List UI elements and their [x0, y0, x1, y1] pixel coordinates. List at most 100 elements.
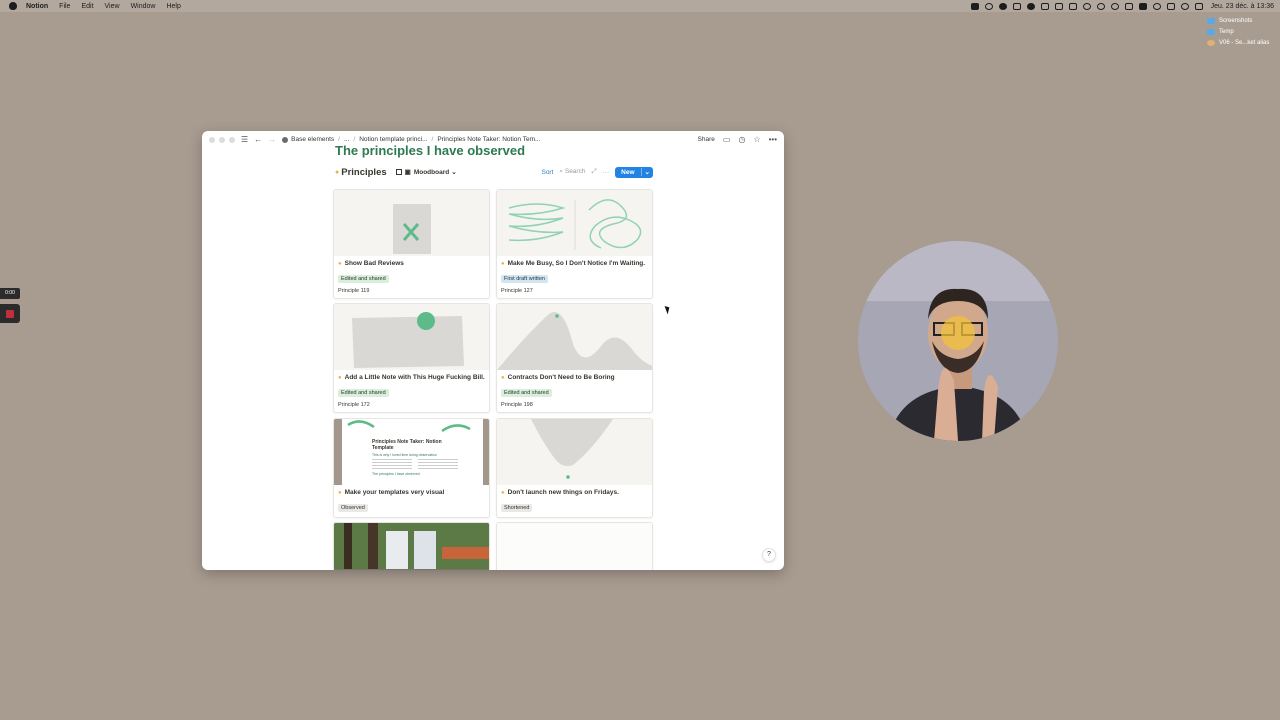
close-window-button[interactable]	[209, 136, 215, 143]
cloud-icon[interactable]	[1026, 2, 1035, 10]
film-icon: ▣	[404, 169, 411, 176]
menu-app-notion[interactable]: Notion	[26, 3, 48, 10]
gallery-card[interactable]: ● Show Bad Reviews Edited and shared Pri…	[333, 189, 490, 299]
app-status-icon[interactable]	[998, 2, 1007, 10]
chevron-down-icon[interactable]: ⌄	[640, 168, 653, 176]
gallery-card[interactable]: ● Add a Little Note with This Huge Fucki…	[333, 303, 490, 413]
bluetooth-icon[interactable]	[1166, 2, 1175, 10]
gallery-card[interactable]: ● Contracts Don't Need to Be Boring Edit…	[496, 303, 653, 413]
play-icon[interactable]	[1152, 2, 1161, 10]
apple-icon[interactable]	[9, 2, 17, 10]
battery-icon[interactable]	[970, 2, 979, 10]
database-toolbar: Sort ⌕ Search ⤢ ··· New ⌄	[541, 165, 653, 179]
edit-icon[interactable]	[1040, 2, 1049, 10]
history-icon[interactable]: ◷	[738, 135, 745, 144]
menu-file[interactable]: File	[59, 3, 70, 10]
share-button[interactable]: Share	[698, 136, 715, 143]
breadcrumb-item-template[interactable]: Notion template princi...	[359, 136, 427, 143]
funnel-illustration	[531, 419, 613, 479]
database-header: ● Principles ▣ Moodboard ⌄ Sort ⌕ Search…	[335, 165, 653, 179]
card-title-text: Add a Little Note with This Huge Fucking…	[344, 374, 485, 381]
breadcrumb-item-current[interactable]: Principles Note Taker: Notion Tem...	[437, 136, 540, 143]
desktop-file-label: Temp	[1219, 28, 1234, 35]
forward-arrow-icon[interactable]: →	[268, 135, 276, 144]
card-cover	[497, 190, 652, 256]
lightbulb-icon: ●	[338, 489, 342, 496]
gallery-card[interactable]: Principles Note Taker: Notion Template T…	[333, 418, 490, 518]
wifi-icon[interactable]	[1180, 2, 1189, 10]
view-selector[interactable]: ▣ Moodboard ⌄	[395, 168, 457, 176]
record-icon[interactable]	[1138, 2, 1147, 10]
search-icon[interactable]	[984, 2, 993, 10]
stop-icon	[6, 310, 14, 318]
desktop-file-screenshots[interactable]: Screenshots	[1207, 15, 1280, 26]
menu-clock[interactable]: Jeu. 23 déc. à 13:36	[1211, 3, 1274, 10]
breadcrumb-separator: /	[353, 136, 356, 143]
new-button[interactable]: New ⌄	[615, 166, 653, 178]
shield-icon[interactable]	[1124, 2, 1133, 10]
breadcrumb-item-ellipsis[interactable]: ...	[344, 136, 349, 143]
gallery-card[interactable]: ● Don't launch new things on Fridays. Sh…	[496, 418, 653, 518]
menu-bar: Notion File Edit View Window Help Jeu. 2…	[0, 0, 1280, 12]
menu-edit[interactable]: Edit	[81, 3, 93, 10]
gear-icon[interactable]	[1082, 2, 1091, 10]
card-cover	[334, 190, 489, 256]
comments-icon[interactable]: ▭	[723, 135, 731, 144]
expand-icon[interactable]: ⤢	[591, 168, 596, 176]
sort-button[interactable]: Sort	[541, 169, 553, 176]
breadcrumb-item-base-elements[interactable]: Base elements	[291, 136, 334, 143]
control-center-icon[interactable]	[1194, 2, 1203, 10]
card-property: Principle 127	[501, 288, 533, 294]
gallery-card[interactable]	[333, 522, 490, 570]
clipboard-icon[interactable]	[1068, 2, 1077, 10]
notion-window: ☰ ← → Base elements / ... / Notion templ…	[202, 131, 784, 570]
lightbulb-icon: ●	[338, 374, 342, 381]
star-icon[interactable]: ☆	[753, 135, 760, 144]
help-button[interactable]: ?	[762, 548, 776, 562]
breadcrumb-separator: /	[431, 136, 434, 143]
scribble-illustration	[508, 199, 642, 250]
card-cover	[334, 523, 489, 570]
chat-icon[interactable]	[1110, 2, 1119, 10]
breadcrumb-separator: /	[338, 136, 340, 143]
display-icon[interactable]	[1054, 2, 1063, 10]
forest-photo	[334, 523, 489, 570]
window-controls	[209, 136, 235, 143]
status-badge: Edited and shared	[501, 389, 552, 397]
box-x-illustration	[393, 204, 431, 254]
menu-view[interactable]: View	[105, 3, 120, 10]
status-tray: Jeu. 23 déc. à 13:36	[970, 0, 1274, 12]
status-badge: First draft written	[501, 275, 548, 283]
desktop-file-alias[interactable]: V06 - Se...ket alias	[1207, 37, 1280, 48]
database-title[interactable]: Principles	[341, 167, 386, 178]
card-cover: Principles Note Taker: Notion Template T…	[334, 419, 489, 485]
green-strokes-illustration	[347, 420, 471, 433]
minimize-window-button[interactable]	[219, 136, 225, 143]
view-name: Moodboard	[413, 168, 450, 176]
card-title: ● Add a Little Note with This Huge Fucki…	[338, 374, 485, 381]
layers-icon[interactable]	[1012, 2, 1021, 10]
card-title-text: Show Bad Reviews	[344, 260, 404, 267]
more-options-icon[interactable]: ···	[603, 169, 610, 176]
status-badge: Observed	[338, 504, 368, 512]
card-title: ● Make your templates very visual	[338, 489, 485, 496]
search-label: Search	[564, 168, 586, 175]
back-arrow-icon[interactable]: ←	[254, 135, 262, 144]
zoom-window-button[interactable]	[229, 136, 235, 143]
card-title-text: Contracts Don't Need to Be Boring	[507, 374, 615, 381]
gallery-card[interactable]: ● Make Me Busy, So I Don't Notice I'm Wa…	[496, 189, 653, 299]
stop-recording-button[interactable]	[0, 304, 20, 323]
sidebar-toggle-icon[interactable]: ☰	[241, 135, 248, 144]
menu-window[interactable]: Window	[131, 3, 156, 10]
vpn-icon[interactable]	[1096, 2, 1105, 10]
search-button[interactable]: ⌕ Search	[559, 168, 585, 176]
gallery-card[interactable]	[496, 522, 653, 570]
desktop-file-temp[interactable]: Temp	[1207, 26, 1280, 37]
card-cover	[497, 304, 652, 370]
more-icon[interactable]: •••	[769, 135, 777, 144]
card-title: ● Show Bad Reviews	[338, 260, 485, 267]
desktop-file-label: V06 - Se...ket alias	[1219, 39, 1270, 46]
menu-help[interactable]: Help	[166, 3, 180, 10]
search-icon: ⌕	[559, 168, 564, 175]
gallery-view-icon	[395, 169, 402, 175]
